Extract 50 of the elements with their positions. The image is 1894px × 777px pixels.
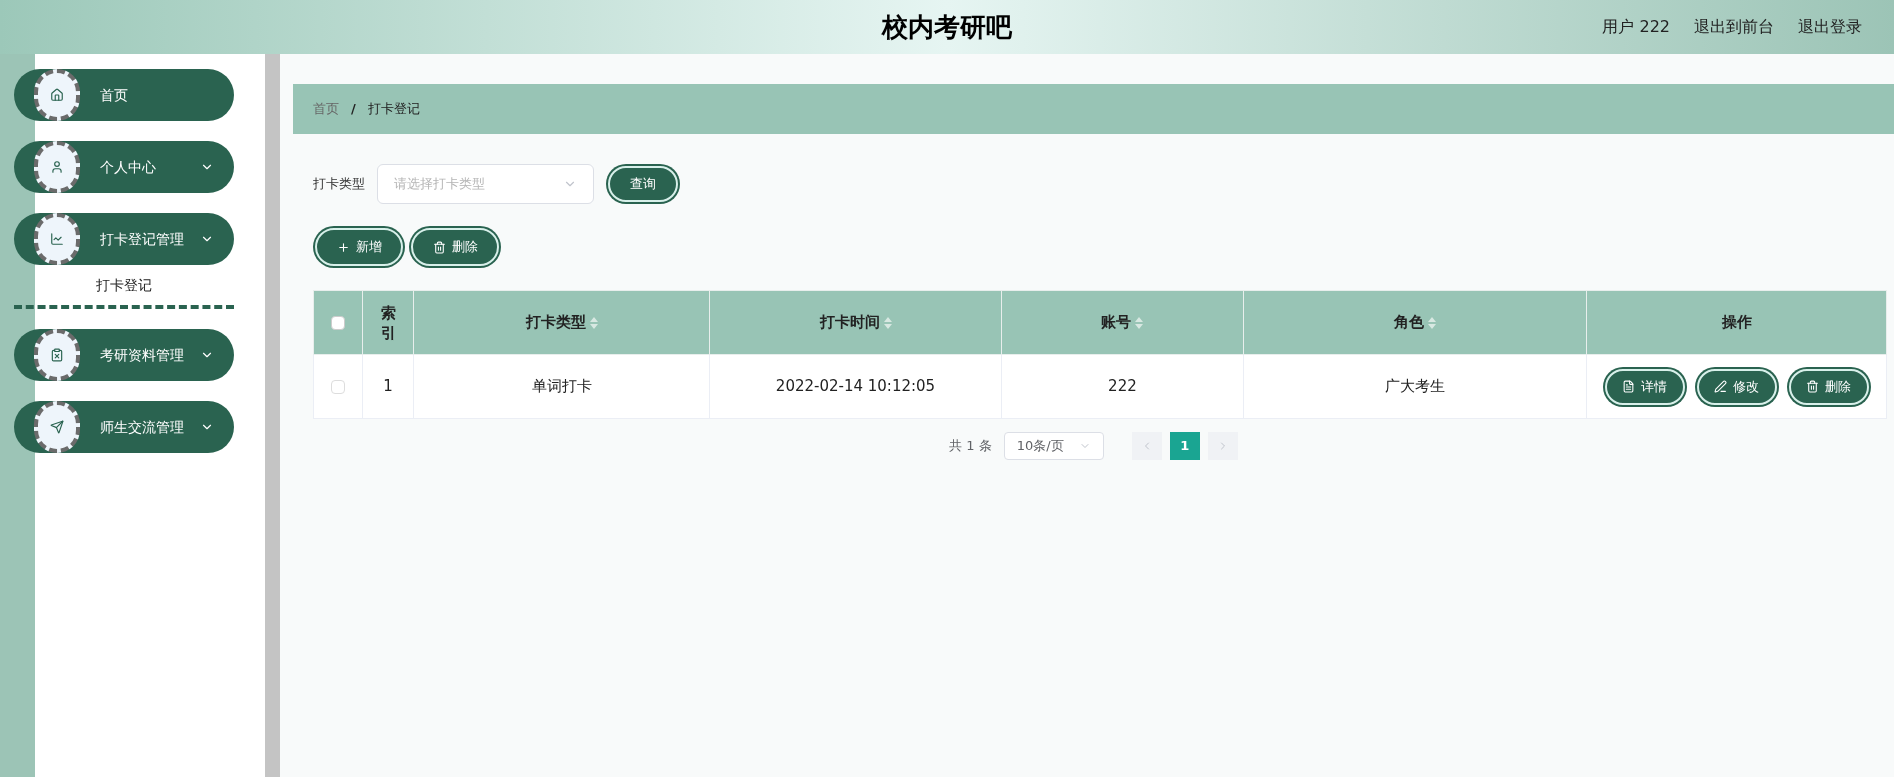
sidebar-item[interactable]: 个人中心 [14, 141, 234, 193]
document-icon [1622, 380, 1635, 393]
row-checkbox[interactable] [331, 379, 345, 394]
pen-icon [1714, 380, 1727, 393]
submenu-item[interactable]: 打卡登记 [14, 265, 234, 305]
trash-icon [1806, 380, 1819, 393]
table-cell: 广大考生 [1243, 354, 1587, 419]
sort-icon [1427, 316, 1436, 329]
column-header[interactable]: 打卡类型 [413, 290, 710, 355]
trash-icon [432, 240, 446, 254]
column-header[interactable]: 打卡时间 [709, 290, 1002, 355]
table-cell: 1 [362, 354, 414, 419]
table-cell: 2022-02-14 10:12:05 [709, 354, 1002, 419]
filter-label: 打卡类型 [313, 175, 365, 194]
select-all-checkbox[interactable] [331, 315, 345, 330]
paper-plane-icon [50, 420, 64, 434]
page-size-select[interactable]: 10条/页 [1003, 432, 1104, 460]
breadcrumb-separator: / [351, 100, 356, 119]
site-title: 校内考研吧 [882, 10, 1012, 44]
sidebar-item[interactable]: 打卡登记管理 [14, 213, 234, 265]
row-action-button[interactable]: 详情 [1602, 366, 1687, 407]
sort-icon [589, 316, 598, 329]
action-button[interactable]: 新增 [313, 226, 405, 268]
user-icon [50, 160, 64, 174]
table-cell: 222 [1001, 354, 1244, 419]
next-page-button[interactable] [1207, 432, 1238, 460]
sidebar-item[interactable]: 首页 [14, 69, 234, 121]
column-header[interactable]: 账号 [1001, 290, 1244, 355]
chart-icon [50, 232, 64, 246]
home-icon [50, 88, 64, 102]
previous-page-button[interactable] [1131, 432, 1162, 460]
column-header[interactable]: 角色 [1243, 290, 1587, 355]
row-action-button[interactable]: 删除 [1786, 366, 1871, 407]
header-link[interactable]: 退出到前台 [1694, 15, 1774, 39]
header-link[interactable]: 用户 222 [1602, 15, 1670, 39]
column-header[interactable]: 索引 [362, 290, 414, 355]
sidebar-item[interactable]: 考研资料管理 [14, 329, 234, 381]
total-count: 共 1 条 [949, 437, 992, 456]
sort-icon [883, 316, 892, 329]
query-button[interactable]: 查询 [606, 164, 680, 204]
clipboard-icon [50, 348, 64, 362]
action-button[interactable]: 删除 [409, 226, 501, 268]
sidebar-item[interactable]: 师生交流管理 [14, 401, 234, 453]
header-link[interactable]: 退出登录 [1798, 15, 1862, 39]
sort-icon [1135, 316, 1144, 329]
plus-icon [336, 240, 350, 254]
breadcrumb-item: 打卡登记 [367, 100, 420, 119]
column-header[interactable]: 操作 [1586, 290, 1887, 355]
row-action-button[interactable]: 修改 [1694, 366, 1779, 407]
table-cell: 单词打卡 [413, 354, 710, 419]
